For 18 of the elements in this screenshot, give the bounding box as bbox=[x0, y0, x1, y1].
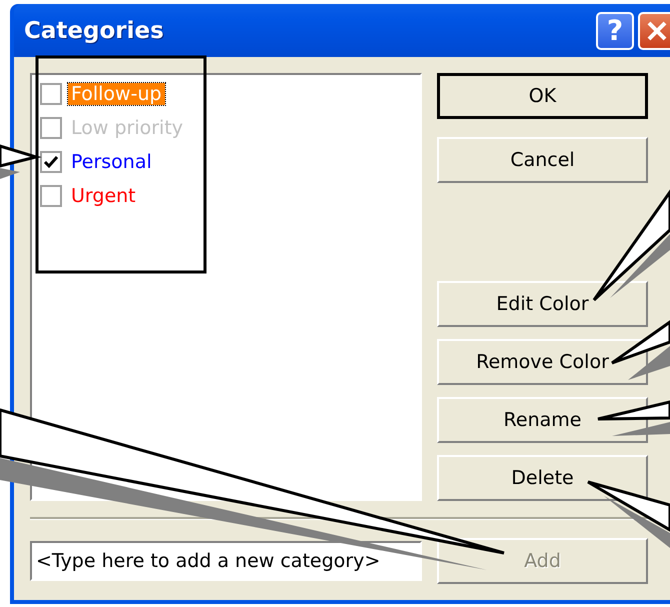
checkbox[interactable] bbox=[40, 185, 62, 207]
action-button[interactable]: Rename bbox=[437, 397, 648, 443]
dialog-button[interactable]: Cancel bbox=[437, 137, 648, 183]
new-category-field[interactable]: <Type here to add a new category> bbox=[30, 541, 422, 581]
action-button[interactable]: Remove Color bbox=[437, 339, 648, 385]
action-button[interactable]: Edit Color bbox=[437, 281, 648, 327]
close-button[interactable] bbox=[638, 12, 670, 50]
callout-pointer bbox=[610, 319, 670, 380]
checkbox[interactable] bbox=[40, 117, 62, 139]
window-title: Categories bbox=[24, 18, 165, 44]
category-item[interactable]: Urgent bbox=[68, 185, 139, 207]
checkbox[interactable] bbox=[40, 151, 62, 173]
close-icon bbox=[646, 20, 668, 42]
help-button[interactable]: ? bbox=[596, 12, 634, 50]
action-button[interactable]: Delete bbox=[437, 455, 648, 501]
checkbox[interactable] bbox=[40, 83, 62, 105]
dialog-button[interactable]: OK bbox=[437, 73, 648, 119]
category-item[interactable]: Personal bbox=[68, 151, 155, 173]
